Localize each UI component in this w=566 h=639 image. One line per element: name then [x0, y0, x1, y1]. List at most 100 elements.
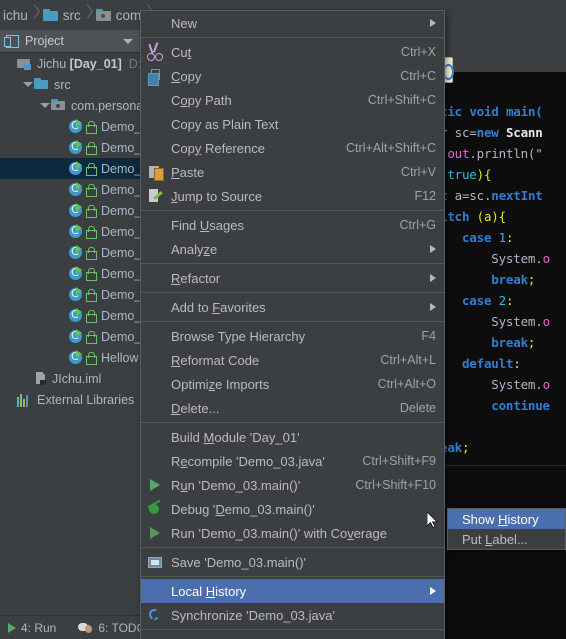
project-tool-window-header[interactable]: Project [0, 30, 140, 53]
twisty-none [55, 204, 68, 217]
tree-row-label: com.persona [71, 98, 144, 113]
menu-separator [141, 422, 444, 423]
menu-item-jump-to-source[interactable]: Jump to Source F12 [141, 184, 444, 208]
java-class-icon: C [68, 287, 83, 302]
breadcrumb-item-2[interactable]: com [93, 0, 143, 30]
menu-item-add-to-favorites[interactable]: Add to Favorites [141, 295, 444, 319]
status-run-tool[interactable]: 4: Run [8, 621, 56, 635]
code-token: default [461, 356, 514, 371]
menu-separator [141, 576, 444, 577]
menu-item-optimize-imports[interactable]: Optimize Imports Ctrl+Alt+O [141, 372, 444, 396]
menu-item-copy[interactable]: Copy Ctrl+C [141, 64, 444, 88]
code-token: sc= [454, 125, 477, 140]
tree-row-label: Demo_ [101, 224, 142, 239]
menu-item-delete[interactable]: Delete... Delete [141, 396, 444, 420]
java-class-icon: C [68, 203, 83, 218]
menu-item-copy-as-plain-text[interactable]: Copy as Plain Text [141, 112, 444, 136]
menu-item-shortcut: Ctrl+V [400, 165, 436, 179]
menu-item-label: New [171, 15, 198, 31]
code-token: o [542, 377, 551, 392]
coverage-icon [147, 525, 163, 541]
menu-item-run-demo-03-main[interactable]: Run 'Demo_03.main()' Ctrl+Shift+F10 [141, 473, 444, 497]
menu-item-run-demo-03-main-with-coverage[interactable]: Run 'Demo_03.main()' with Coverage [141, 521, 444, 545]
twisty-none [55, 246, 68, 259]
twisty-none [55, 162, 68, 175]
twisty-none [55, 351, 68, 364]
code-token: ){ [476, 167, 492, 182]
menu-item-copy-reference[interactable]: Copy Reference Ctrl+Alt+Shift+C [141, 136, 444, 160]
menu-item-shortcut: Ctrl+C [400, 69, 436, 83]
menu-item-debug-demo-03-main[interactable]: Debug 'Demo_03.main()' [141, 497, 444, 521]
run-icon [8, 622, 16, 633]
menu-item-synchronize-demo-03-java[interactable]: Synchronize 'Demo_03.java' [141, 603, 444, 627]
twisty-expanded-icon[interactable] [38, 99, 51, 112]
java-class-icon: C [68, 266, 83, 281]
breadcrumb-separator-icon [82, 0, 93, 30]
menu-item-cut[interactable]: Cut Ctrl+X [141, 40, 444, 64]
code-token: o [542, 251, 551, 266]
twisty-expanded-icon[interactable] [21, 78, 34, 91]
menu-item-browse-type-hierarchy[interactable]: Browse Type Hierarchy F4 [141, 324, 444, 348]
status-run-label: 4: Run [21, 620, 57, 635]
code-line: case 2: [440, 293, 514, 308]
menu-item-analyze[interactable]: Analyze [141, 237, 444, 261]
twisty-none [55, 330, 68, 343]
chevron-down-icon[interactable] [123, 38, 133, 44]
cut-icon [147, 44, 163, 61]
menu-item-new[interactable]: New [141, 11, 444, 35]
code-line: System.o [440, 314, 550, 329]
code-editor[interactable]: tic void main(r sc=new Scann .out.println… [440, 72, 566, 544]
local-history-submenu[interactable]: Show History Put Label... [447, 508, 566, 550]
code-line: break; [440, 335, 535, 350]
breadcrumb-item-0[interactable]: ichu [0, 0, 29, 30]
code-token: case [461, 293, 499, 308]
submenu-arrow-icon [430, 274, 436, 282]
breadcrumb-item-1[interactable]: src [40, 0, 82, 30]
context-menu[interactable]: New Cut Ctrl+X Copy Ctrl+C Copy Path Ctrl+Shif… [140, 10, 445, 639]
menu-item-paste[interactable]: Paste Ctrl+V [141, 160, 444, 184]
tree-row-label: Demo_ [101, 119, 142, 134]
twisty-none [4, 393, 17, 406]
menu-item-label: Synchronize 'Demo_03.java' [171, 607, 335, 623]
menu-item-shortcut: Delete [399, 401, 436, 415]
tree-row-label: Demo_ [101, 203, 142, 218]
submenu-item-show-history[interactable]: Show History [448, 509, 565, 529]
menu-separator [141, 263, 444, 264]
menu-item-label: Find Usages [171, 217, 244, 233]
code-token: 1 [498, 230, 507, 245]
menu-item-local-history[interactable]: Local History [141, 579, 444, 603]
code-line: continue [440, 398, 550, 413]
tree-row-label: Demo_ [101, 266, 142, 281]
status-todo-tool[interactable]: 6: TODO [78, 621, 146, 635]
code-token: : [505, 230, 514, 245]
code-token: System. [491, 377, 543, 392]
public-lock-icon [85, 204, 97, 218]
submenu-item-put-label[interactable]: Put Label... [448, 529, 565, 549]
breadcrumb-separator-icon [29, 0, 40, 30]
menu-item-refactor[interactable]: Refactor [141, 266, 444, 290]
menu-item-shortcut: F4 [421, 329, 436, 343]
menu-item-find-usages[interactable]: Find Usages Ctrl+G [141, 213, 444, 237]
menu-item-shortcut: Ctrl+X [400, 45, 436, 59]
menu-item-recompile-demo-03-java[interactable]: Recompile 'Demo_03.java' Ctrl+Shift+F9 [141, 449, 444, 473]
menu-item-reformat-code[interactable]: Reformat Code Ctrl+Alt+L [141, 348, 444, 372]
menu-item-shortcut: Ctrl+Alt+L [380, 353, 436, 367]
twisty-none [55, 267, 68, 280]
menu-item-copy-path[interactable]: Copy Path Ctrl+Shift+C [141, 88, 444, 112]
save-icon [147, 554, 163, 570]
menu-item-save-demo-03-main[interactable]: Save 'Demo_03.main()' [141, 550, 444, 574]
menu-item-shortcut: Ctrl+Alt+O [377, 377, 436, 391]
java-class-icon: C [68, 329, 83, 344]
menu-item-build-module-day-01[interactable]: Build Module 'Day_01' [141, 425, 444, 449]
code-token: itch [440, 209, 477, 224]
public-lock-icon [85, 162, 97, 176]
menu-separator [141, 37, 444, 38]
breadcrumb-label: com [115, 7, 142, 23]
debug-icon [147, 501, 163, 517]
code-token: System. [491, 314, 543, 329]
menu-item-show-in-explorer[interactable]: Show in Explorer [141, 632, 444, 639]
menu-item-label: Copy as Plain Text [171, 116, 279, 132]
